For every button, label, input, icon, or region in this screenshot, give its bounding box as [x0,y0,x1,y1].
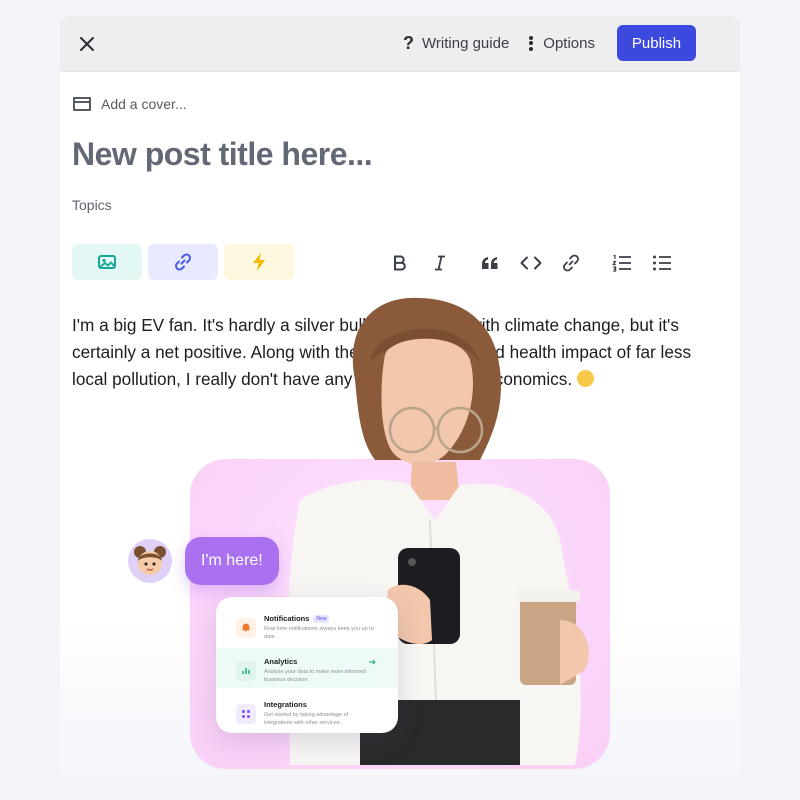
writing-guide-button[interactable]: ? Writing guide [403,33,509,54]
arrow-right-icon: ➔ [368,657,376,667]
question-icon: ? [403,32,415,53]
options-label: Options [543,34,595,52]
card-item-title: Integrations [264,700,307,709]
unordered-list-button[interactable] [649,251,675,275]
publish-button[interactable]: Publish [617,25,696,61]
feature-card: Notifications New Real time notifications… [216,597,398,733]
insert-link-button[interactable] [148,244,218,280]
quote-icon [482,257,498,269]
post-body-editor[interactable]: I'm a big EV fan. It's hardly a silver b… [72,312,712,393]
post-body-text: I'm a big EV fan. It's hardly a silver b… [72,315,692,389]
unordered-list-icon [653,255,671,271]
insert-image-button[interactable] [72,244,142,280]
new-badge: New [313,614,330,623]
ordered-list-button[interactable] [609,251,635,275]
lightning-icon [253,253,265,271]
card-item-title: Analytics [264,657,298,666]
card-item-integrations[interactable]: Integrations Get started by taking advan… [216,691,398,731]
link-icon [174,253,192,271]
girl-avatar-icon [134,546,166,575]
sweat-smile-emoji-icon [576,370,594,387]
chat-bubble: I'm here! [185,537,279,585]
italic-button[interactable] [427,251,453,275]
writing-guide-label: Writing guide [422,34,510,52]
ordered-list-icon [612,254,631,272]
code-icon [520,256,542,270]
chart-icon [236,661,256,681]
topics-input[interactable]: Topics [72,197,112,213]
more-vertical-icon [529,35,534,51]
insert-embed-button[interactable] [224,244,294,280]
close-button[interactable] [74,31,100,57]
bell-icon [236,618,256,638]
link-icon [563,254,579,272]
close-icon [80,36,94,51]
editor-topbar: ? Writing guide Options Publish [60,16,740,72]
grid-icon [236,704,256,724]
avatar [128,539,172,583]
bold-button[interactable] [387,251,413,275]
post-title-input[interactable]: New post title here... [72,136,373,173]
quote-button[interactable] [477,251,503,275]
add-cover-label: Add a cover... [101,96,187,112]
image-icon [98,255,116,269]
card-item-desc: Real time notifications always keep you … [264,626,374,640]
code-button[interactable] [518,251,544,275]
cover-image-icon [73,97,91,111]
card-item-desc: Analyze your data to make more informed … [264,669,367,683]
italic-icon [435,255,445,271]
topbar-actions: ? Writing guide Options Publish [403,25,696,61]
card-item-desc: Get started by taking advantage of integ… [264,712,349,726]
card-item-title: Notifications [264,614,310,623]
options-button[interactable]: Options [529,35,595,52]
add-cover-button[interactable]: Add a cover... [73,96,187,112]
link-button[interactable] [558,251,584,275]
bold-icon [394,255,406,271]
card-item-analytics[interactable]: Analytics Analyze your data to make more… [216,648,398,688]
card-item-notifications[interactable]: Notifications New Real time notifications… [216,605,398,645]
